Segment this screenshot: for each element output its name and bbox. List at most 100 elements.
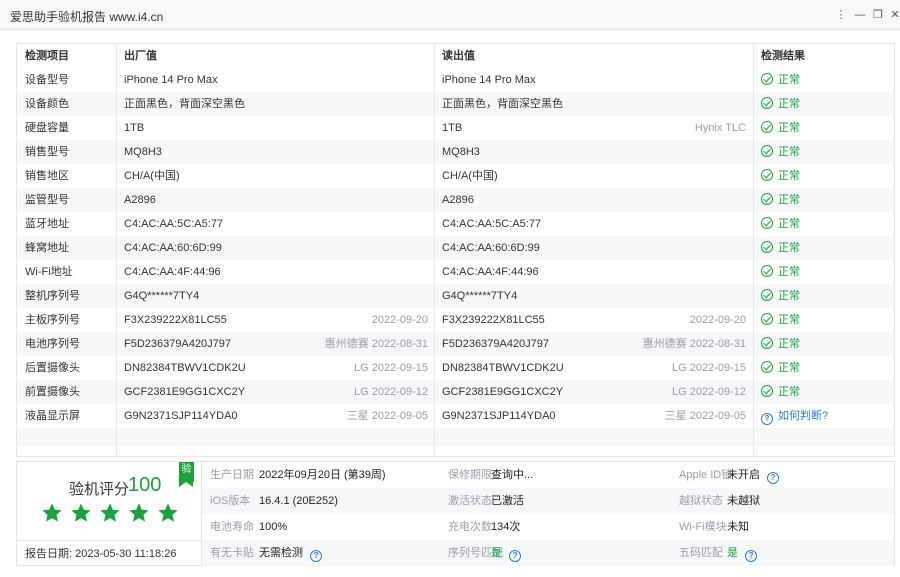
result-cell: 正常 xyxy=(761,140,891,164)
close-icon[interactable]: ✕ xyxy=(886,6,900,24)
read-cell: 正面黑色，背面深空黑色 xyxy=(442,92,746,116)
table-row: 蓝牙地址 C4:AC:AA:5C:A5:77 C4:AC:AA:5C:A5:77 正常 xyxy=(17,212,894,236)
summary-value-text: 16.4.1 (20E252) xyxy=(259,495,338,507)
read-value: MQ8H3 xyxy=(442,146,480,158)
factory-value: C4:AC:AA:60:6D:99 xyxy=(124,242,222,254)
result-text: 正常 xyxy=(778,386,800,398)
result-cell: 正常 xyxy=(761,212,891,236)
help-icon[interactable]: ? xyxy=(310,550,323,562)
help-icon[interactable]: ? xyxy=(745,550,758,562)
factory-cell: F5D236379A420J797 惠州德赛 2022-08-31 xyxy=(124,332,428,356)
factory-value: MQ8H3 xyxy=(124,146,162,158)
factory-value: DN82384TBWV1CDK2U xyxy=(124,362,246,374)
summary-label: 充电次数 xyxy=(448,521,492,533)
summary-value: 16.4.1 (20E252) xyxy=(259,488,338,514)
star-icon xyxy=(71,503,91,522)
check-circle-icon xyxy=(761,313,773,325)
factory-value: F3X239222X81LC55 xyxy=(124,314,227,326)
header-item: 检测项目 xyxy=(25,50,69,62)
minimize-icon[interactable]: — xyxy=(851,6,869,24)
result-cell: 正常 xyxy=(761,332,891,356)
table-row: 前置摄像头 GCF2381E9GG1CXC2Y LG 2022-09-12 GCF23… xyxy=(17,380,894,404)
read-cell: C4:AC:AA:4F:44:96 xyxy=(442,260,746,284)
result-cell: 正常 xyxy=(761,284,891,308)
factory-cell: GCF2381E9GG1CXC2Y LG 2022-09-12 xyxy=(124,380,428,404)
read-value: A2896 xyxy=(442,194,474,206)
score-value: 100 xyxy=(128,474,162,496)
factory-cell: C4:AC:AA:60:6D:99 xyxy=(124,236,428,260)
header-result: 检测结果 xyxy=(761,50,805,62)
row-item: 后置摄像头 xyxy=(25,362,80,374)
restore-icon[interactable]: ❐ xyxy=(869,6,887,24)
read-cell: G9N2371SJP114YDA0 三星 2022-09-05 xyxy=(442,404,746,428)
score-box: 验机评分 100 验 xyxy=(17,462,201,540)
summary-value: 100% xyxy=(259,514,287,540)
summary-value-text: 未知 xyxy=(727,521,749,533)
result-text: 如何判断? xyxy=(778,410,829,422)
read-cell: iPhone 14 Pro Max xyxy=(442,68,746,92)
result-cell: 正常 xyxy=(761,236,891,260)
factory-value: C4:AC:AA:4F:44:96 xyxy=(124,266,221,278)
report-date-value: 2023-05-30 11:18:26 xyxy=(75,548,177,560)
read-value: C4:AC:AA:4F:44:96 xyxy=(442,266,539,278)
factory-value: 正面黑色，背面深空黑色 xyxy=(124,98,245,110)
read-note: LG 2022-09-15 xyxy=(672,362,746,374)
summary-value-text: 是 xyxy=(491,547,502,559)
summary-value: 未越狱 xyxy=(727,488,760,514)
summary-value-text: 未越狱 xyxy=(727,495,760,507)
factory-value: C4:AC:AA:5C:A5:77 xyxy=(124,218,224,230)
result-text: 正常 xyxy=(778,266,800,278)
read-cell: A2896 xyxy=(442,188,746,212)
factory-cell: 正面黑色，背面深空黑色 xyxy=(124,92,428,116)
header-factory: 出厂值 xyxy=(124,50,157,62)
summary-label: 激活状态 xyxy=(448,495,492,507)
summary-label: 五码匹配 xyxy=(679,547,723,559)
read-value: G9N2371SJP114YDA0 xyxy=(442,410,556,422)
summary-value-text: 2022年09月20日 (第39周) xyxy=(259,469,386,481)
help-icon[interactable]: ? xyxy=(767,472,780,484)
result-text: 正常 xyxy=(778,338,800,350)
row-item: 蓝牙地址 xyxy=(25,218,69,230)
check-circle-icon xyxy=(761,121,773,133)
read-value: iPhone 14 Pro Max xyxy=(442,74,536,86)
result-cell: 正常 xyxy=(761,92,891,116)
result-help-link[interactable]: ? 如何判断? xyxy=(761,404,891,428)
row-item: 监管型号 xyxy=(25,194,69,206)
summary-label: 越狱状态 xyxy=(679,495,723,507)
result-text: 正常 xyxy=(778,74,800,86)
summary-value: 是 ? xyxy=(491,540,526,566)
read-note: 惠州德赛 2022-08-31 xyxy=(642,338,746,350)
read-value: F5D236379A420J797 xyxy=(442,338,550,350)
factory-value: A2896 xyxy=(124,194,156,206)
factory-note: 三星 2022-09-05 xyxy=(346,410,428,422)
help-icon[interactable]: ? xyxy=(509,550,522,562)
menu-icon[interactable]: ⋮ xyxy=(832,6,850,24)
read-cell: C4:AC:AA:5C:A5:77 xyxy=(442,212,746,236)
check-circle-icon xyxy=(761,385,773,397)
read-note: 2022-09-20 xyxy=(689,314,746,326)
factory-cell: 1TB xyxy=(124,116,428,140)
star-icon xyxy=(100,503,120,522)
result-text: 正常 xyxy=(778,122,800,134)
table-row: 销售型号 MQ8H3 MQ8H3 正常 xyxy=(17,140,894,164)
read-cell: DN82384TBWV1CDK2U LG 2022-09-15 xyxy=(442,356,746,380)
factory-value: iPhone 14 Pro Max xyxy=(124,74,218,86)
check-circle-icon xyxy=(761,193,773,205)
table-row: 销售地区 CH/A(中国) CH/A(中国) 正常 xyxy=(17,164,894,188)
check-circle-icon xyxy=(761,265,773,277)
result-text: 正常 xyxy=(778,218,800,230)
column-divider xyxy=(116,44,117,456)
row-item: 设备颜色 xyxy=(25,98,69,110)
check-circle-icon xyxy=(761,73,773,85)
row-item: 前置摄像头 xyxy=(25,386,80,398)
table-row-empty xyxy=(17,428,894,446)
summary-value: 已激活 xyxy=(491,488,524,514)
factory-value: GCF2381E9GG1CXC2Y xyxy=(124,386,246,398)
table-row: 设备颜色 正面黑色，背面深空黑色 正面黑色，背面深空黑色 正常 xyxy=(17,92,894,116)
check-circle-icon xyxy=(761,145,773,157)
table-row: 监管型号 A2896 A2896 正常 xyxy=(17,188,894,212)
read-cell: G4Q******7TY4 xyxy=(442,284,746,308)
result-cell: 正常 xyxy=(761,164,891,188)
factory-value: CH/A(中国) xyxy=(124,170,180,182)
check-report-table: 检测项目 出厂值 读出值 检测结果 设备型号 iPhone 14 Pro Max i… xyxy=(16,43,895,457)
